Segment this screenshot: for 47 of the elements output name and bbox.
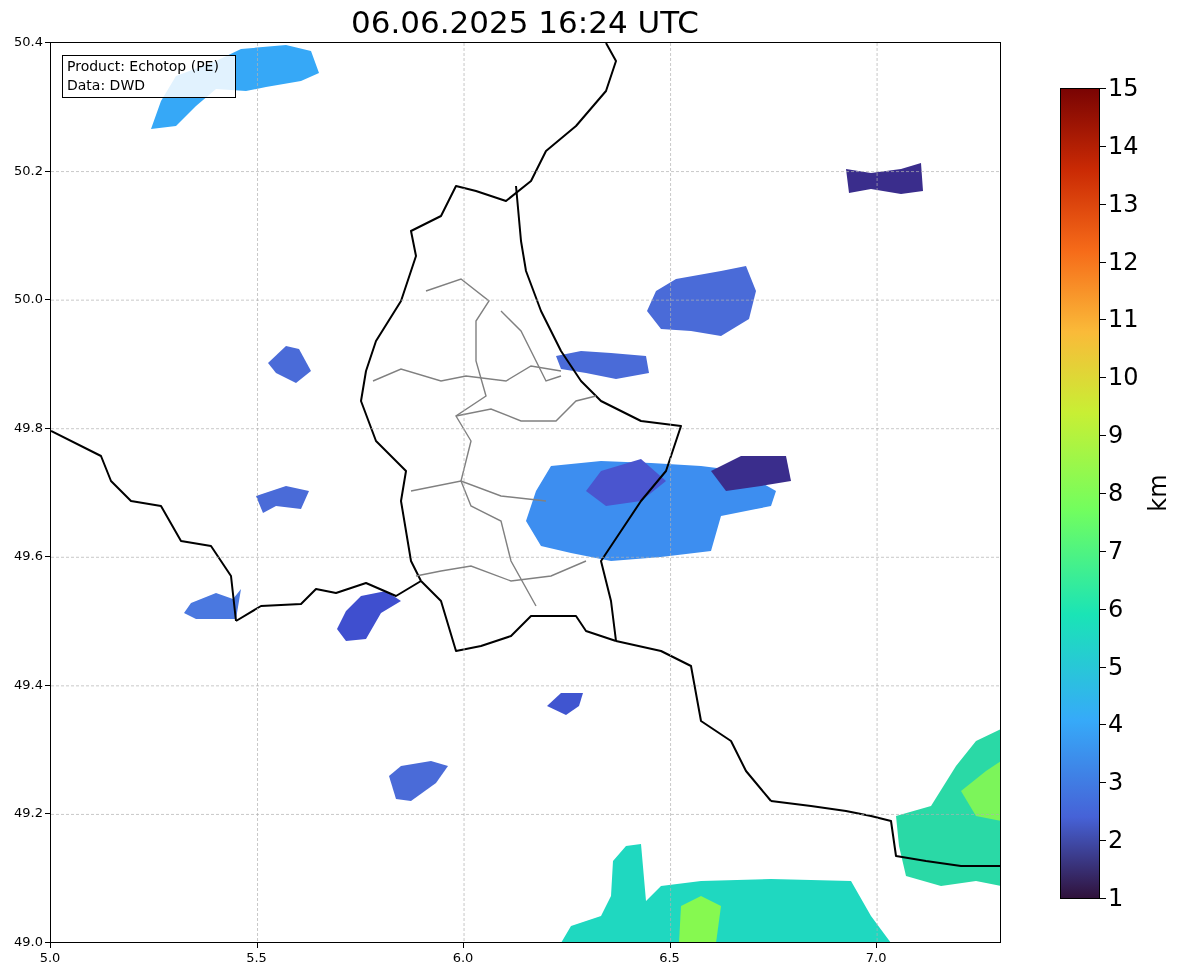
- tick-mark: [1100, 203, 1106, 205]
- colorbar-tick-label: 3: [1108, 768, 1124, 797]
- tick-mark: [1100, 261, 1106, 263]
- colorbar-tick-label: 1: [1108, 884, 1124, 912]
- colorbar-tick-label: 15: [1108, 74, 1139, 102]
- colorbar-tick-label: 12: [1108, 247, 1139, 276]
- tick-mark: [1100, 435, 1106, 437]
- tick-mark: [1100, 550, 1106, 552]
- x-axis-label: 5.5: [245, 950, 268, 966]
- colorbar-tick-label: 11: [1108, 305, 1139, 334]
- colorbar-tick-label: 4: [1108, 710, 1124, 739]
- colorbar-tick-label: 9: [1108, 421, 1124, 450]
- y-axis-label: 49.6: [13, 548, 43, 565]
- colorbar-tick-label: 6: [1108, 594, 1124, 623]
- legend-text: Product: Echotop (PE): [67, 57, 220, 76]
- tick-mark: [1100, 319, 1106, 321]
- colorbar-tick-label: 10: [1108, 363, 1139, 392]
- x-axis-label: 5.0: [38, 950, 62, 966]
- colorbar-tick-label: 8: [1108, 479, 1124, 507]
- x-axis-label: 6.5: [658, 950, 681, 966]
- y-axis-label: 50.2: [13, 162, 43, 179]
- y-axis-label: 50.4: [13, 34, 43, 50]
- tick-mark: [1100, 88, 1106, 89]
- tick-mark: [1100, 377, 1106, 379]
- tick-mark: [1100, 666, 1106, 668]
- x-axis-label: 7.0: [864, 950, 888, 966]
- colorbar-tick-label: 5: [1108, 652, 1124, 681]
- y-axis-label: 49.8: [13, 419, 43, 436]
- tick-mark: [1100, 145, 1106, 147]
- x-axis-label: 6.0: [451, 950, 475, 966]
- colorbar-tick-label: 14: [1108, 131, 1139, 160]
- tick-mark: [1100, 608, 1106, 610]
- colorbar-tick-label: 7: [1108, 536, 1124, 565]
- y-axis-label: 49.2: [13, 805, 43, 822]
- y-axis-label: 50.0: [13, 291, 43, 308]
- tick-mark: [1100, 782, 1106, 784]
- tick-mark: [1100, 493, 1106, 494]
- chart-title: 06.06.2025 16:24 UTC: [350, 3, 700, 42]
- tick-mark: [1100, 840, 1106, 842]
- y-axis-label: 49.0: [13, 934, 43, 950]
- tick-mark: [1100, 898, 1106, 899]
- tick-mark: [1100, 724, 1106, 726]
- colorbar-label: km: [1143, 473, 1173, 513]
- colorbar-tick-label: 2: [1108, 826, 1124, 855]
- colorbar-tick-label: 13: [1108, 189, 1139, 218]
- y-axis-label: 49.4: [13, 676, 43, 693]
- legend-text: Data: DWD: [67, 76, 146, 95]
